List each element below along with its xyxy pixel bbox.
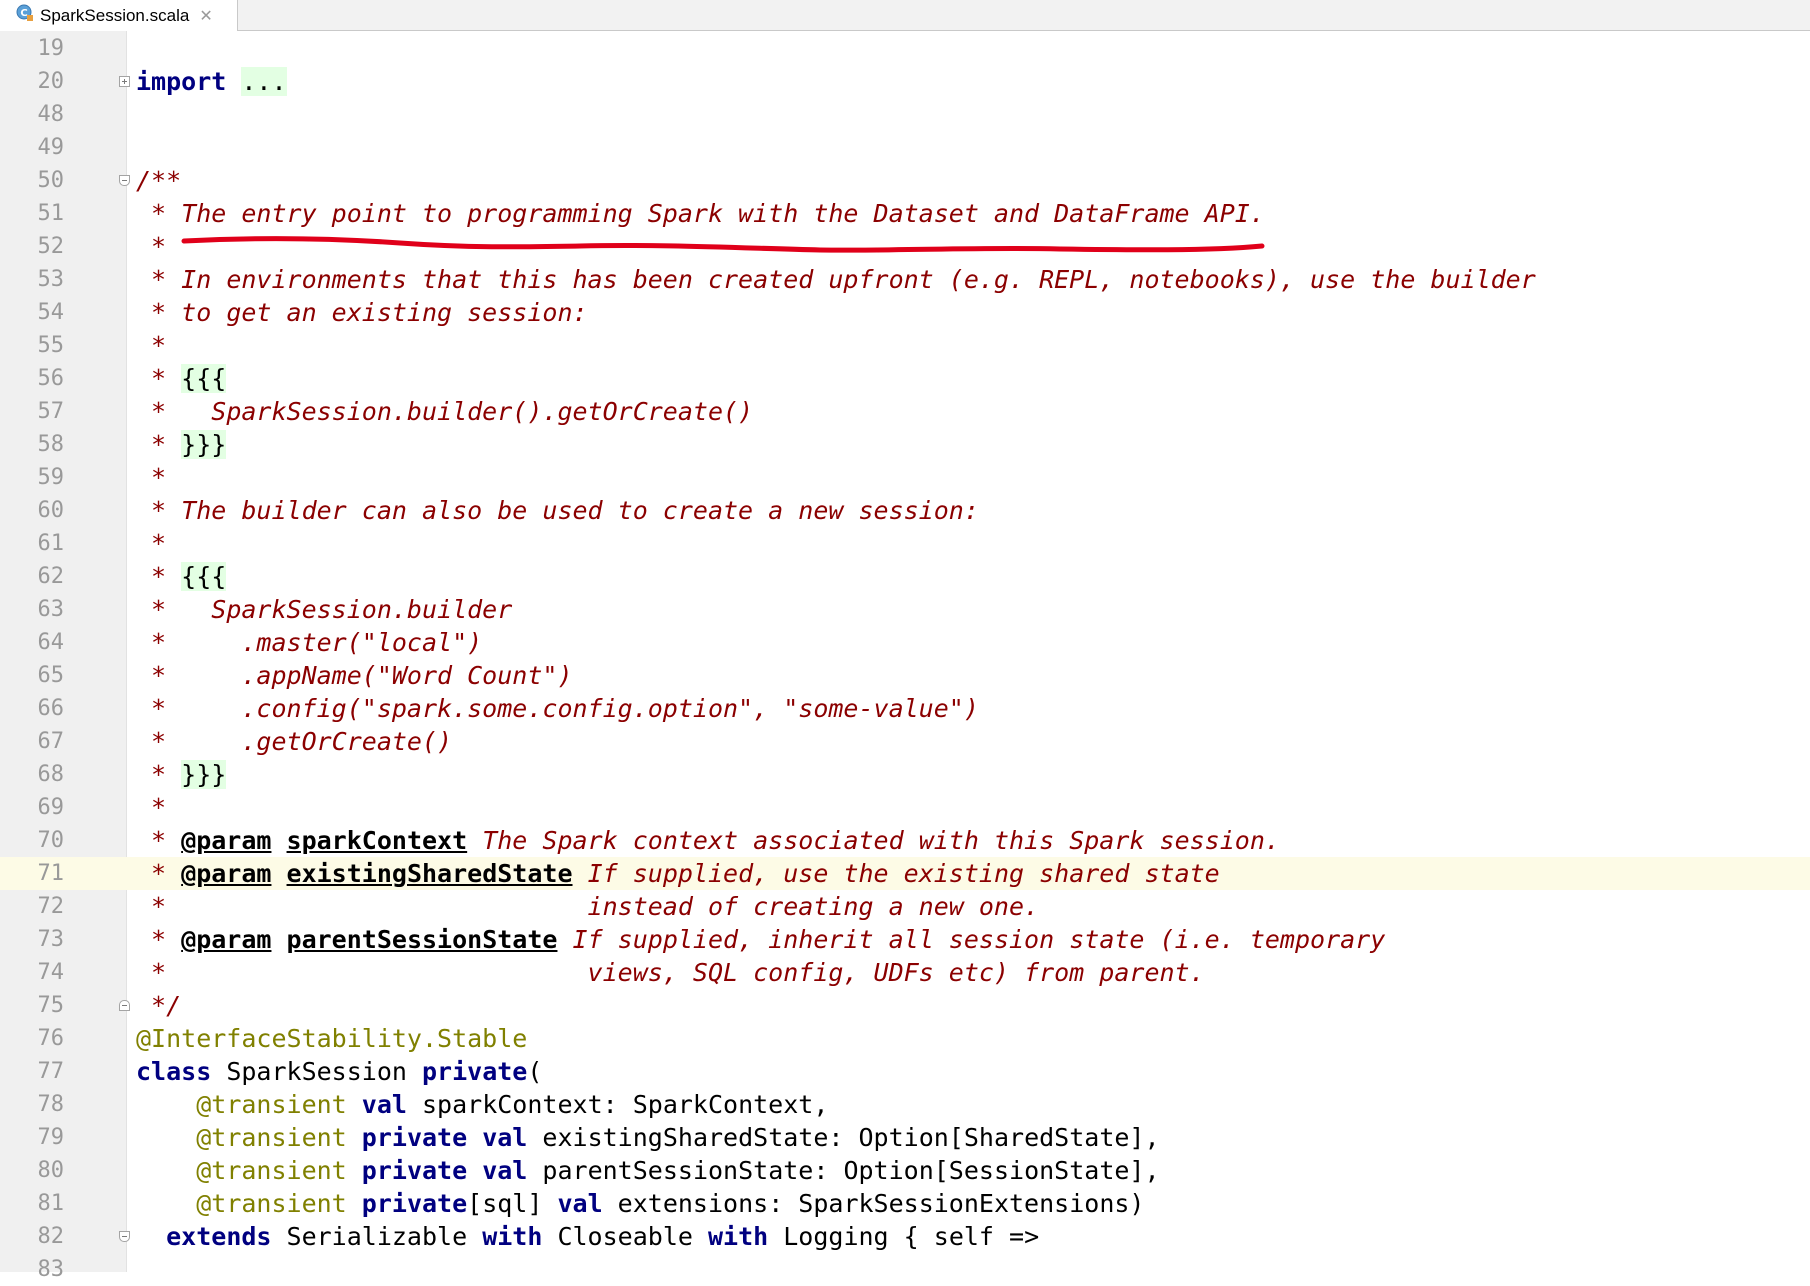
hand-drawn-underline: [181, 236, 1265, 253]
